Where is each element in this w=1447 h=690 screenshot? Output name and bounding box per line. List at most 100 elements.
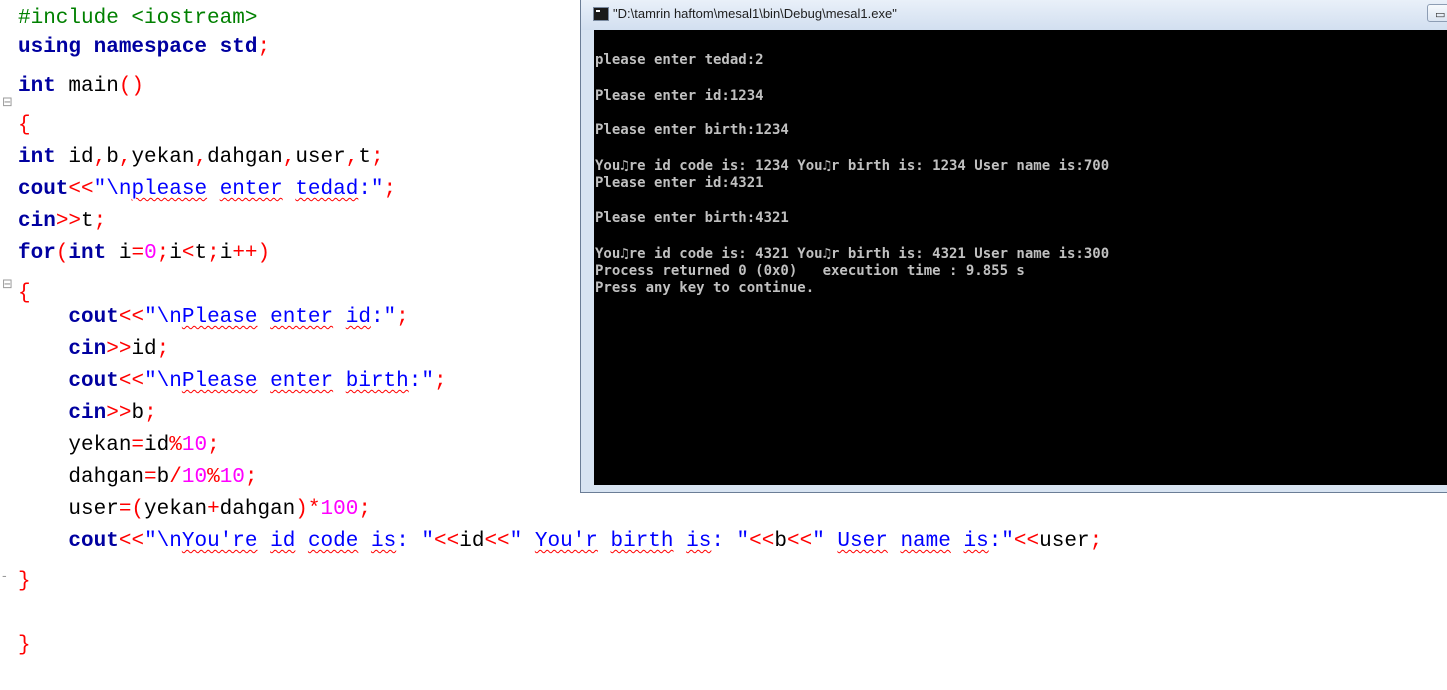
- console-title-bar[interactable]: "D:\tamrin haftom\mesal1\bin\Debug\mesal…: [581, 0, 1447, 30]
- code-token: ;: [207, 434, 220, 457]
- code-token: :": [370, 306, 397, 329]
- code-token: cin: [68, 338, 107, 361]
- code-token: ;: [156, 242, 170, 265]
- code-token: :": [358, 178, 384, 201]
- code-token: 100: [320, 498, 359, 521]
- code-line: yekan=id%10;: [18, 432, 220, 460]
- code-token: enter: [219, 178, 283, 201]
- code-token: user: [18, 498, 119, 521]
- code-token: ;: [93, 210, 107, 233]
- code-token: i: [169, 242, 182, 265]
- code-token: <<: [118, 370, 145, 393]
- console-output-line: please enter tedad:2: [595, 52, 764, 68]
- console-window[interactable]: "D:\tamrin haftom\mesal1\bin\Debug\mesal…: [580, 0, 1447, 493]
- code-token: dahgan: [207, 146, 283, 169]
- code-token: name: [900, 530, 951, 553]
- code-token: =: [144, 466, 157, 489]
- code-token: ;: [370, 146, 384, 169]
- code-token: ,: [194, 146, 208, 169]
- code-token: #include <iostream>: [18, 7, 258, 30]
- code-token: please: [131, 178, 208, 201]
- code-token: <<: [118, 530, 145, 553]
- code-token: enter: [270, 370, 334, 393]
- console-output-line: You♫re id code is: 1234 You♫r birth is: …: [595, 158, 1110, 174]
- code-token: :": [988, 530, 1014, 553]
- code-token: id: [55, 146, 94, 169]
- code-token: %: [207, 466, 220, 489]
- code-token: You'r: [534, 530, 598, 553]
- code-token: (: [55, 242, 69, 265]
- code-token: >>: [55, 210, 82, 233]
- code-token: }: [18, 570, 31, 593]
- code-token: cout: [68, 306, 119, 329]
- code-line: cout<<"\nPlease enter id:";: [18, 304, 408, 332]
- code-token: ,: [118, 146, 132, 169]
- fold-marker-for[interactable]: ⊟: [2, 278, 13, 292]
- code-token: using namespace: [18, 36, 220, 59]
- console-output-line: Please enter birth:1234: [595, 122, 789, 138]
- code-token: ;: [156, 338, 170, 361]
- code-token: b: [156, 466, 170, 489]
- code-token: <<: [484, 530, 510, 553]
- code-token: b: [131, 402, 145, 425]
- code-token: ": [509, 530, 535, 553]
- code-token: /: [169, 466, 182, 489]
- code-token: yekan: [18, 434, 132, 457]
- console-output[interactable]: please enter tedad:2 Please enter id:1234…: [594, 30, 1447, 485]
- code-token: (): [118, 75, 145, 98]
- code-token: : ": [396, 530, 434, 553]
- code-token: {: [18, 282, 31, 305]
- code-token: int: [18, 146, 56, 169]
- editor-gutter: ⊟ ⊟ -: [0, 0, 16, 690]
- code-token: 10: [219, 466, 245, 489]
- code-token: b: [774, 530, 787, 553]
- code-token: int: [18, 75, 56, 98]
- code-line: dahgan=b/10%10;: [18, 464, 257, 492]
- code-line: int main(): [18, 73, 144, 101]
- fold-marker-main[interactable]: ⊟: [2, 96, 13, 110]
- console-output-line: Please enter id:4321: [595, 175, 764, 191]
- code-token: id: [459, 530, 485, 553]
- code-token: %: [169, 434, 182, 457]
- code-token: ;: [257, 36, 271, 59]
- code-line: cin>>id;: [18, 336, 169, 364]
- code-token: ,: [345, 146, 359, 169]
- console-output-line: Please enter birth:4321: [595, 210, 789, 226]
- code-token: b: [106, 146, 119, 169]
- code-token: ": [812, 530, 838, 553]
- code-line: using namespace std;: [18, 34, 270, 62]
- code-token: "\n: [144, 530, 182, 553]
- code-token: yekan: [144, 498, 208, 521]
- code-token: ;: [383, 178, 397, 201]
- code-line: }: [18, 632, 31, 660]
- code-token: ;: [358, 498, 371, 521]
- minimize-button[interactable]: ▭: [1427, 4, 1447, 22]
- code-token: )*: [295, 498, 321, 521]
- code-token: User: [837, 530, 888, 553]
- code-token: You're: [181, 530, 258, 553]
- code-line: user=(yekan+dahgan)*100;: [18, 496, 371, 524]
- code-token: cout: [18, 178, 69, 201]
- code-token: yekan: [131, 146, 195, 169]
- code-token: user: [1039, 530, 1090, 553]
- code-token: ;: [207, 242, 220, 265]
- code-line: }: [18, 568, 31, 596]
- code-token: int: [68, 242, 107, 265]
- code-token: cin: [18, 210, 56, 233]
- code-line: int id,b,yekan,dahgan,user,t;: [18, 144, 384, 172]
- code-token: =(: [118, 498, 145, 521]
- code-token: code: [307, 530, 359, 553]
- code-token: <<: [68, 178, 94, 201]
- code-token: birth: [345, 370, 409, 393]
- code-token: ;: [1089, 530, 1103, 553]
- code-token: <: [181, 242, 195, 265]
